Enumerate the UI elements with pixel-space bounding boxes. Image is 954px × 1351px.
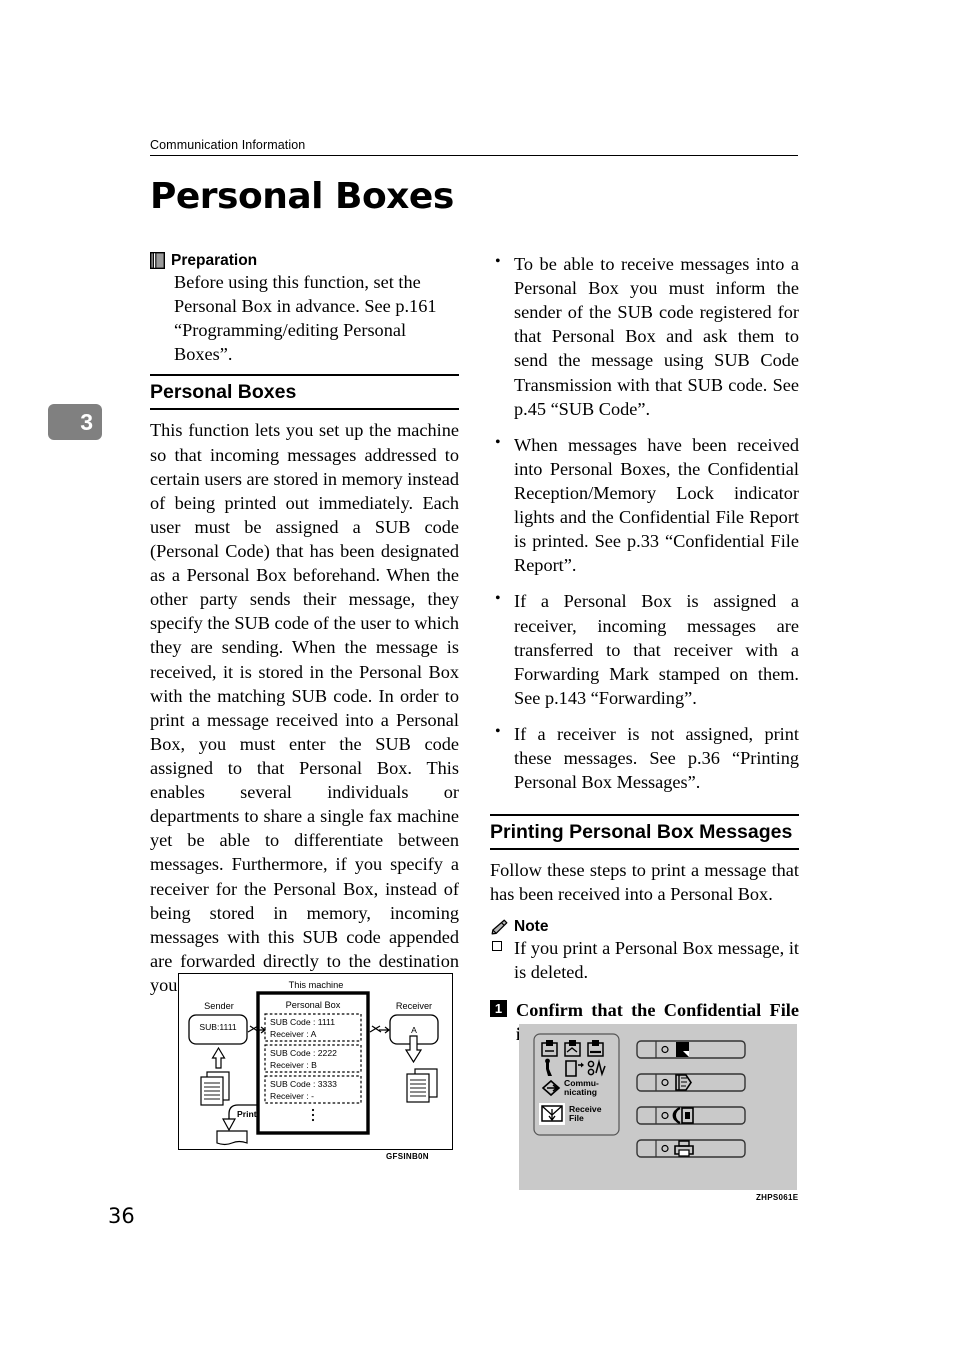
diagram-sender-label: Sender	[204, 1001, 234, 1011]
note-label: Note	[514, 917, 549, 935]
ellipsis-dot	[311, 1113, 315, 1117]
receiver-down-arrow-icon	[404, 1035, 423, 1064]
machine-to-receiver-arrow	[369, 1025, 390, 1034]
preparation-label: Preparation	[171, 251, 258, 269]
book-icon	[150, 252, 165, 269]
list-item: If you print a Personal Box message, it …	[490, 936, 799, 984]
printing-intro-text: Follow these steps to print a message th…	[490, 860, 799, 905]
diagram-svg: .dlbl { font-family: "Liberation Sans", …	[188, 980, 439, 1146]
entry-1-receiver: Receiver : A	[270, 1029, 317, 1039]
document-server-key[interactable]	[636, 1073, 746, 1092]
diagram-personal-box-label: Personal Box	[286, 1000, 341, 1010]
diagram-this-machine-label: This machine	[289, 980, 344, 990]
facsimile-key[interactable]	[636, 1106, 746, 1125]
pencil-icon	[490, 919, 508, 935]
list-item: If a receiver is not assigned, print the…	[490, 721, 799, 794]
list-item: If a Personal Box is assigned a receiver…	[490, 588, 799, 710]
ellipsis-dot	[311, 1118, 315, 1122]
entry-2-sub-code: SUB Code : 2222	[270, 1048, 337, 1058]
personal-box-flow-diagram: .dlbl { font-family: "Liberation Sans", …	[178, 973, 453, 1150]
diagram-receiver-label: Receiver	[396, 1001, 432, 1011]
copy-key[interactable]	[636, 1040, 746, 1059]
ellipsis-dot	[311, 1108, 315, 1112]
page-number: 36	[108, 1204, 135, 1228]
entry-3-receiver: Receiver : -	[270, 1091, 314, 1101]
running-head-rule	[150, 155, 798, 156]
preparation-heading: Preparation	[150, 252, 459, 269]
printed-sheet-icon	[216, 1130, 248, 1146]
hollow-square-bullet-icon	[492, 940, 502, 951]
diagram-caption: GFSINB0N	[386, 1152, 429, 1161]
sender-sub-code: SUB:1111	[199, 1022, 236, 1032]
print-arrow-head-icon	[221, 1118, 237, 1132]
note-item-text: If you print a Personal Box message, it …	[514, 937, 799, 982]
receive-file-label-line2: File	[569, 1113, 584, 1123]
running-head-text: Communication Information	[150, 138, 306, 152]
page-title: Personal Boxes	[150, 176, 454, 217]
list-item: When messages have been received into Pe…	[490, 432, 799, 578]
preparation-text: Before using this function, set the Pers…	[174, 272, 437, 365]
control-panel-caption: ZHPS061E	[756, 1193, 799, 1202]
left-column: Preparation Before using this function, …	[150, 252, 459, 1005]
note-list: If you print a Personal Box message, it …	[490, 936, 799, 984]
receiver-name: A	[411, 1025, 417, 1035]
running-head: Communication Information	[150, 138, 798, 156]
copy-key-icon	[676, 1042, 689, 1057]
section-heading-personal-boxes: Personal Boxes	[150, 374, 459, 411]
right-column: To be able to receive messages into a Pe…	[490, 251, 799, 1046]
entry-2-receiver: Receiver : B	[270, 1060, 317, 1070]
control-panel-svg: .plbl { font-family: "Liberation Sans", …	[519, 1024, 797, 1190]
control-panel-figure: .plbl { font-family: "Liberation Sans", …	[519, 1024, 797, 1190]
bullet-list: To be able to receive messages into a Pe…	[490, 251, 799, 794]
entry-1-sub-code: SUB Code : 1111	[270, 1017, 335, 1027]
sender-up-arrow-icon	[211, 1046, 226, 1069]
section-heading-printing-personal-box-messages: Printing Personal Box Messages	[490, 814, 799, 851]
printer-key[interactable]	[636, 1139, 746, 1158]
personal-boxes-body: This function lets you set up the machin…	[150, 420, 459, 995]
step-number-badge: 1	[490, 999, 507, 1017]
chapter-tab: 3	[48, 404, 102, 440]
entry-3-sub-code: SUB Code : 3333	[270, 1079, 337, 1089]
communicating-label-line2: nicating	[564, 1087, 597, 1097]
note-heading: Note	[490, 919, 799, 935]
list-item: To be able to receive messages into a Pe…	[490, 251, 799, 421]
diagram-print-label: Print	[237, 1109, 257, 1119]
